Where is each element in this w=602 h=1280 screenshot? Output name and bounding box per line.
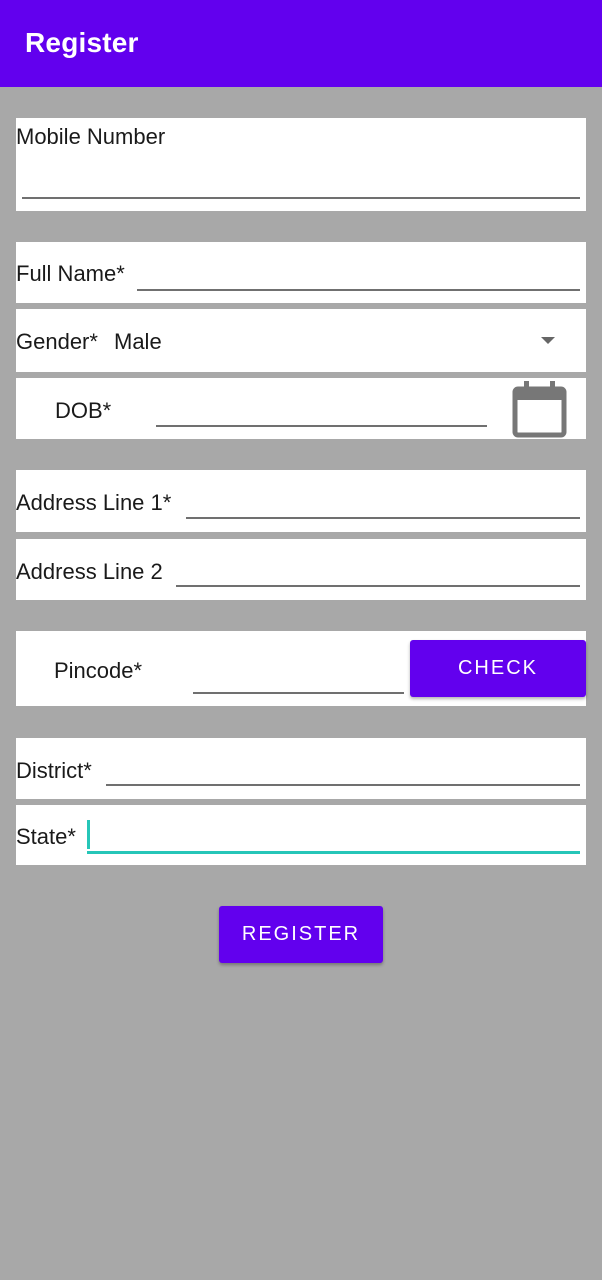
- pincode-card: Pincode* CHECK: [16, 631, 586, 706]
- address-line-1-label: Address Line 1*: [16, 490, 172, 515]
- district-card: District*: [16, 738, 586, 799]
- dob-card: DOB*: [16, 378, 586, 439]
- address-line-2-input[interactable]: [176, 585, 580, 587]
- address-line-1-input[interactable]: [186, 517, 580, 519]
- district-input[interactable]: [106, 784, 580, 786]
- state-input[interactable]: [87, 851, 580, 854]
- address-line-2-card: Address Line 2: [16, 539, 586, 600]
- full-name-input[interactable]: [137, 289, 580, 291]
- address-line-1-card: Address Line 1*: [16, 470, 586, 532]
- state-label: State*: [16, 824, 76, 849]
- chevron-down-icon[interactable]: [541, 337, 555, 344]
- gender-label: Gender*: [16, 329, 98, 354]
- app-bar: Register: [0, 0, 602, 87]
- address-line-2-label: Address Line 2: [16, 559, 163, 584]
- state-card: State*: [16, 805, 586, 865]
- full-name-label: Full Name*: [16, 261, 125, 286]
- check-button[interactable]: CHECK: [410, 640, 586, 697]
- text-cursor: [87, 820, 90, 849]
- pincode-input[interactable]: [193, 692, 404, 694]
- calendar-icon[interactable]: [512, 380, 568, 438]
- district-label: District*: [16, 758, 92, 783]
- full-name-card: Full Name*: [16, 242, 586, 303]
- pincode-label: Pincode*: [54, 658, 143, 683]
- mobile-number-input[interactable]: [22, 197, 580, 199]
- gender-select[interactable]: Male: [114, 329, 162, 355]
- register-button[interactable]: REGISTER: [219, 906, 383, 963]
- dob-label: DOB*: [55, 398, 112, 423]
- mobile-number-label: Mobile Number: [16, 124, 166, 149]
- dob-input[interactable]: [156, 425, 487, 427]
- page-title: Register: [25, 27, 139, 58]
- mobile-number-card: Mobile Number: [16, 118, 586, 211]
- gender-card: Gender* Male: [16, 309, 586, 372]
